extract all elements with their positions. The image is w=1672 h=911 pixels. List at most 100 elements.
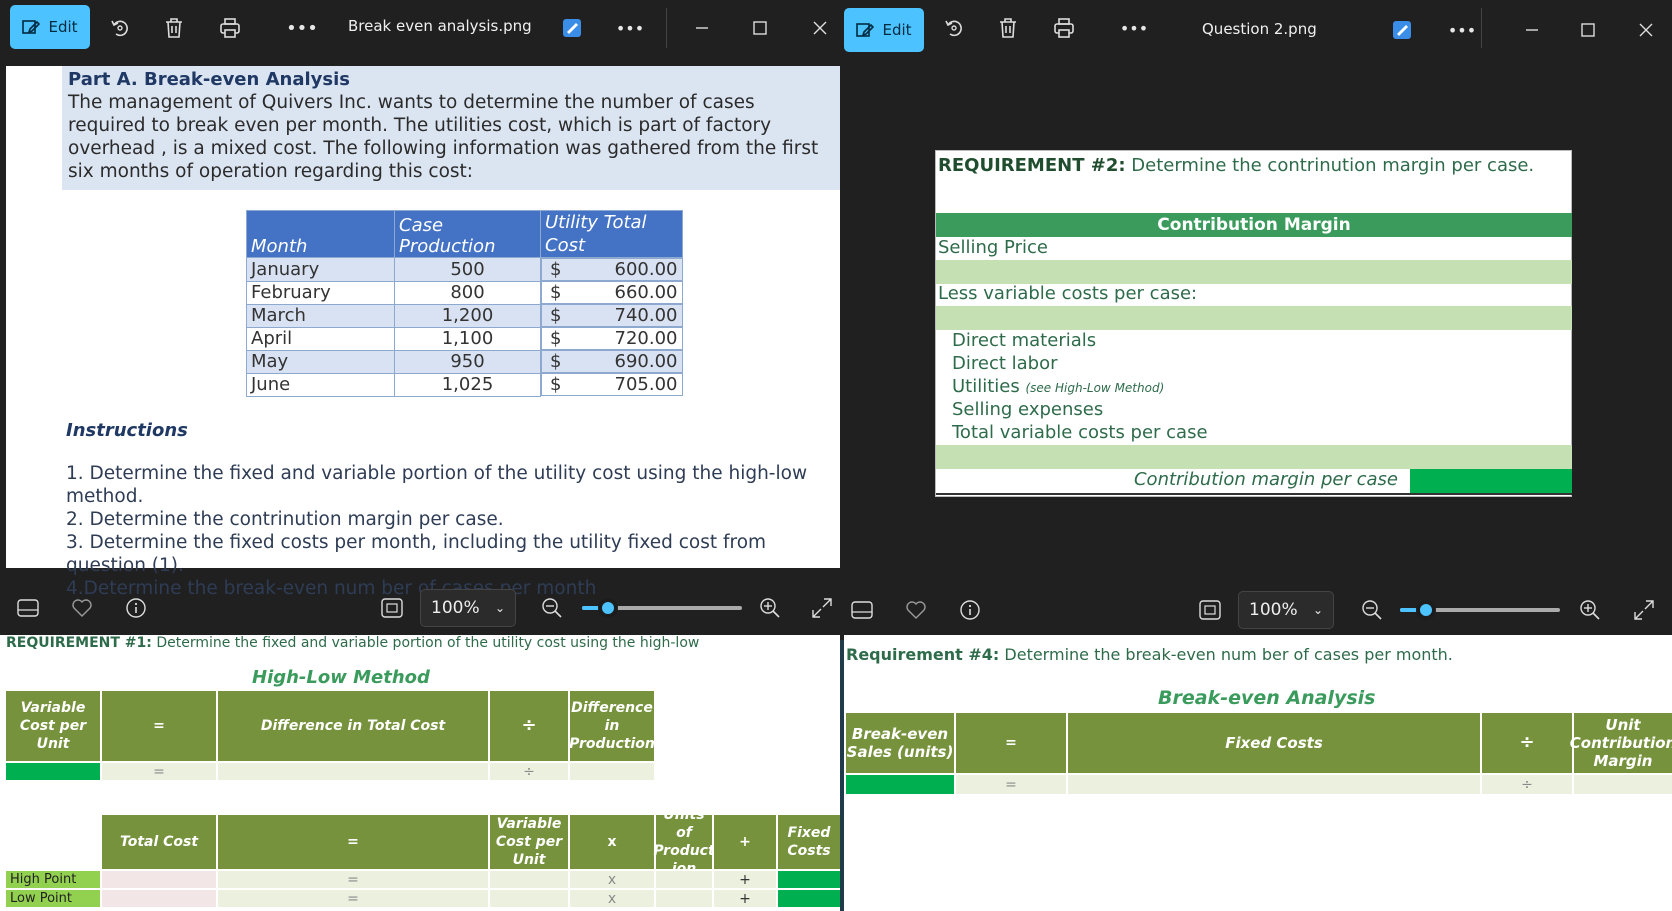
zoom-out-icon[interactable] <box>1356 594 1388 626</box>
close-icon[interactable] <box>804 12 836 44</box>
cost-cell: $705.00 <box>541 373 683 396</box>
favorite-heart-icon[interactable] <box>900 594 932 626</box>
favorite-heart-icon[interactable] <box>66 592 98 624</box>
currency-symbol: $ <box>550 374 562 395</box>
filmstrip-icon[interactable] <box>846 594 878 626</box>
fixed-costs-header: Fixed Costs <box>778 815 840 869</box>
right-viewer-window: Edit ••• Question 2.png ••• REQUIREMENT … <box>840 0 1672 640</box>
minimize-icon[interactable] <box>1516 14 1548 46</box>
zoom-slider[interactable] <box>1400 600 1560 620</box>
delete-icon[interactable] <box>158 12 190 44</box>
utilities-text: Utilities <box>952 376 1020 397</box>
low-units-cell[interactable] <box>656 890 712 907</box>
break-even-answer-cell[interactable] <box>846 775 954 794</box>
break-even-title: Break-even Analysis <box>1158 687 1376 709</box>
plus-header: + <box>714 815 776 869</box>
req1-body: Determine the fixed and variable portion… <box>151 635 700 651</box>
image-edit-app-icon[interactable] <box>1386 14 1418 46</box>
difference-total-cost-header: Difference in Total Cost <box>218 691 488 761</box>
rotate-icon[interactable] <box>104 12 136 44</box>
fit-to-window-icon[interactable] <box>1194 594 1226 626</box>
month-cell: February <box>246 280 395 305</box>
header-utility-line1: Utility Total <box>545 212 647 233</box>
equals-header-2: = <box>218 815 488 869</box>
image-canvas-right: REQUIREMENT #2: Determine the contrinuti… <box>935 150 1572 497</box>
unit-cm-cell[interactable] <box>1574 775 1672 794</box>
low-vc-cell[interactable] <box>490 890 568 907</box>
cases-cell: 1,025 <box>394 372 541 397</box>
divide-cell: ÷ <box>490 763 568 780</box>
month-cell: June <box>246 372 395 397</box>
part-a-heading: Part A. Break-even Analysis <box>68 69 350 90</box>
close-icon[interactable] <box>1630 14 1662 46</box>
fixed-costs-cell[interactable] <box>1068 775 1480 794</box>
more-options-icon-2[interactable]: ••• <box>1446 14 1478 46</box>
currency-symbol: $ <box>550 282 562 303</box>
cases-cell: 500 <box>394 257 541 282</box>
high-fixed-costs-cell[interactable] <box>778 871 840 888</box>
unit-cm-header: Unit Contribution Margin <box>1570 713 1672 773</box>
zoom-slider[interactable] <box>582 598 742 618</box>
difference-production-header: Difference in Production <box>569 691 655 761</box>
print-icon[interactable] <box>1048 12 1080 44</box>
zoom-slider-knob[interactable] <box>598 598 618 618</box>
full-screen-icon[interactable] <box>806 592 838 624</box>
cost-value: 690.00 <box>614 351 678 372</box>
variable-cost-answer-cell[interactable] <box>6 763 100 780</box>
toolbar-separator <box>666 8 667 48</box>
left-viewer-window: Edit ••• Break even analysis.png ••• Par… <box>0 0 840 640</box>
filmstrip-icon[interactable] <box>12 592 44 624</box>
cost-value: 660.00 <box>614 282 678 303</box>
cost-value: 720.00 <box>614 328 678 349</box>
print-icon[interactable] <box>214 12 246 44</box>
difference-total-cost-cell[interactable] <box>218 763 488 780</box>
table-row: May 950 $690.00 <box>246 349 683 374</box>
maximize-icon[interactable] <box>1572 14 1604 46</box>
fixed-costs-header: Fixed Costs <box>1068 713 1480 773</box>
difference-production-cell[interactable] <box>570 763 654 780</box>
edit-button[interactable]: Edit <box>844 8 924 52</box>
utility-cost-table: Month Case Production Utility Total Cost … <box>246 210 683 397</box>
total-cost-header: Total Cost <box>102 815 216 869</box>
cost-value: 740.00 <box>614 305 678 326</box>
high-low-title: High-Low Method <box>252 667 430 688</box>
low-fixed-costs-cell[interactable] <box>778 890 840 907</box>
cases-cell: 1,200 <box>394 303 541 328</box>
zoom-in-icon[interactable] <box>1574 594 1606 626</box>
high-units-cell[interactable] <box>656 871 712 888</box>
left-statusbar: 100% ⌄ <box>0 588 840 628</box>
more-options-icon-2[interactable]: ••• <box>614 12 646 44</box>
full-screen-icon[interactable] <box>1628 594 1660 626</box>
more-options-icon[interactable]: ••• <box>1118 12 1150 44</box>
zoom-dropdown[interactable]: 100% ⌄ <box>420 589 516 627</box>
zoom-slider-knob[interactable] <box>1416 600 1436 620</box>
instructions-list: 1. Determine the fixed and variable port… <box>66 462 840 600</box>
cost-value: 600.00 <box>614 259 678 280</box>
requirement-2-text: REQUIREMENT #2: Determine the contrinuti… <box>938 155 1534 176</box>
header-utility-line2: Cost <box>545 235 586 256</box>
image-edit-app-icon[interactable] <box>556 12 588 44</box>
maximize-icon[interactable] <box>744 12 776 44</box>
total-underline <box>936 493 1572 495</box>
high-vc-cell[interactable] <box>490 871 568 888</box>
divide-cell: ÷ <box>1482 775 1572 794</box>
delete-icon[interactable] <box>992 12 1024 44</box>
zoom-dropdown[interactable]: 100% ⌄ <box>1238 591 1334 629</box>
high-total-cost-cell[interactable] <box>102 871 216 888</box>
table-row: April 1,100 $720.00 <box>246 326 683 351</box>
break-even-sales-header: Break-even Sales (units) <box>846 713 954 773</box>
low-total-cost-cell[interactable] <box>102 890 216 907</box>
zoom-out-icon[interactable] <box>536 592 568 624</box>
minimize-icon[interactable] <box>686 12 718 44</box>
rotate-icon[interactable] <box>938 12 970 44</box>
edit-button[interactable]: Edit <box>10 5 90 49</box>
cm-per-case-answer-cell[interactable] <box>1410 469 1572 493</box>
edit-label: Edit <box>882 21 912 39</box>
more-options-icon[interactable]: ••• <box>286 12 318 44</box>
zoom-in-icon[interactable] <box>754 592 786 624</box>
fit-to-window-icon[interactable] <box>376 592 408 624</box>
currency-symbol: $ <box>550 328 562 349</box>
info-icon[interactable] <box>954 594 986 626</box>
high-equals-cell: = <box>218 871 488 888</box>
info-icon[interactable] <box>120 592 152 624</box>
